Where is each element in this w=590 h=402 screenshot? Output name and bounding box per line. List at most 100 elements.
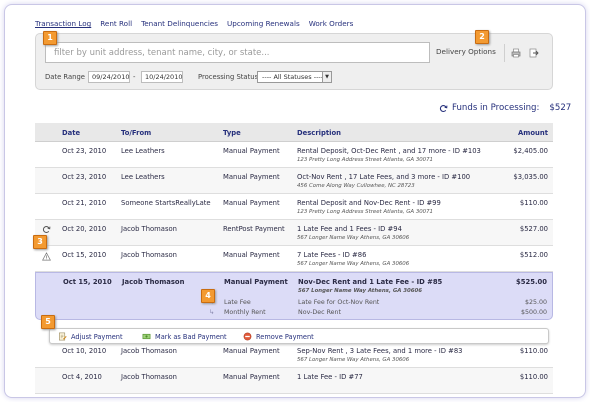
funds-amount: $527 bbox=[549, 103, 572, 113]
callout-badge-3: 3 bbox=[33, 235, 47, 249]
table-row[interactable]: Oct 23, 2010 Lee Leathers Manual Payment… bbox=[35, 168, 553, 194]
callout-badge-2: 2 bbox=[475, 30, 489, 44]
nav-work-orders[interactable]: Work Orders bbox=[309, 19, 354, 28]
row-to-from: Jacob Thomason bbox=[121, 347, 177, 355]
row-address: 456 Come Along Way Cullowhee, NC 28723 bbox=[297, 183, 415, 189]
row-amount: $110.00 bbox=[519, 347, 548, 355]
processing-status-value: ---- All Statuses ---- bbox=[262, 73, 324, 81]
chevron-down-icon: ▼ bbox=[322, 72, 331, 82]
top-nav: Transaction Log Rent Roll Tenant Delinqu… bbox=[35, 19, 353, 28]
row-address: 567 Longer Name Way Athens, GA 30606 bbox=[297, 261, 410, 267]
col-header-description[interactable]: Description bbox=[297, 129, 341, 137]
table-row[interactable]: Oct 23, 2010 Lee Leathers Manual Payment… bbox=[35, 142, 553, 168]
row-description: Rental Deposit, Oct-Dec Rent , and 17 mo… bbox=[297, 147, 481, 155]
row-date: Oct 23, 2010 bbox=[62, 147, 107, 155]
row-amount: $512.00 bbox=[519, 251, 548, 259]
row-to-from: Jacob Thomason bbox=[122, 278, 185, 286]
remove-payment-label: Remove Payment bbox=[256, 332, 314, 341]
row-to-from: Jacob Thomason bbox=[121, 251, 177, 259]
table-header: Date To/From Type Description Amount bbox=[35, 123, 553, 142]
date-range-label: Date Range bbox=[45, 73, 85, 81]
row-type: Manual Payment bbox=[223, 347, 280, 355]
row-amount: $527.00 bbox=[519, 225, 548, 233]
row-to-from: Someone StartsReallyLate bbox=[121, 199, 211, 207]
col-header-to-from[interactable]: To/From bbox=[121, 129, 151, 137]
col-header-type[interactable]: Type bbox=[223, 129, 241, 137]
processing-status-label: Processing Status bbox=[198, 73, 259, 81]
row-address: 567 Longer Name Way Athens, GA 30606 bbox=[298, 288, 423, 294]
print-icon[interactable] bbox=[511, 48, 521, 58]
refresh-icon[interactable] bbox=[439, 104, 448, 113]
row-type: RentPost Payment bbox=[223, 225, 285, 233]
row-amount: $110.00 bbox=[519, 373, 548, 381]
row-action-bar: Adjust Payment Mark as Bad Payment Remov… bbox=[49, 328, 549, 344]
row-to-from: Lee Leathers bbox=[121, 147, 165, 155]
export-icon[interactable] bbox=[529, 48, 539, 58]
row-amount: $3,035.00 bbox=[513, 173, 548, 181]
mark-bad-payment-button[interactable]: Mark as Bad Payment bbox=[142, 332, 227, 341]
funds-in-processing: Funds in Processing: $527 bbox=[439, 103, 571, 113]
row-type: Manual Payment bbox=[223, 147, 280, 155]
sub-item-label: Late Fee bbox=[224, 299, 251, 306]
table-row[interactable]: Oct 4, 2010 Jacob Thomason Manual Paymen… bbox=[35, 368, 553, 394]
remove-payment-button[interactable]: Remove Payment bbox=[243, 332, 314, 341]
app-frame: Transaction Log Rent Roll Tenant Delinqu… bbox=[4, 4, 586, 398]
table-row[interactable]: Oct 10, 2010 Jacob Thomason Manual Payme… bbox=[35, 342, 553, 368]
row-description: 1 Late Fee and 1 Fees - ID #94 bbox=[297, 225, 402, 233]
callout-badge-1: 1 bbox=[43, 31, 57, 45]
row-address: 567 Longer Name Way Athens, GA 30606 bbox=[297, 357, 410, 363]
nav-transaction-log[interactable]: Transaction Log bbox=[35, 19, 91, 28]
row-to-from: Jacob Thomason bbox=[121, 225, 177, 233]
funds-label: Funds in Processing: bbox=[452, 103, 540, 113]
row-amount: $2,405.00 bbox=[513, 147, 548, 155]
row-type: Manual Payment bbox=[223, 199, 280, 207]
nav-tenant-delinquencies[interactable]: Tenant Delinquencies bbox=[141, 19, 218, 28]
sub-item-description: Late Fee for Oct-Nov Rent bbox=[298, 299, 380, 306]
row-description: Sep-Nov Rent , 3 Late Fees, and 1 more -… bbox=[297, 347, 463, 355]
row-amount: $110.00 bbox=[519, 199, 548, 207]
sub-item-label: Monthly Rent bbox=[224, 309, 266, 316]
date-to-input[interactable]: 10/24/2010 bbox=[141, 71, 183, 83]
delivery-options-button[interactable]: Delivery Options bbox=[436, 47, 496, 56]
row-to-from: Jacob Thomason bbox=[121, 373, 177, 381]
row-type: Manual Payment bbox=[223, 251, 280, 259]
row-address: 123 Pretty Long Address Street Atlanta, … bbox=[297, 209, 433, 215]
row-address: 123 Pretty Long Address Street Atlanta, … bbox=[297, 157, 433, 163]
row-description: Nov-Dec Rent and 1 Late Fee - ID #85 bbox=[298, 278, 443, 286]
callout-badge-4: 4 bbox=[201, 289, 215, 303]
col-header-amount[interactable]: Amount bbox=[518, 129, 548, 137]
table-row[interactable]: Oct 15, 2010 Jacob Thomason Manual Payme… bbox=[35, 246, 553, 272]
table-row-selected[interactable]: Oct 15, 2010 Jacob Thomason Manual Payme… bbox=[35, 272, 553, 320]
table-row[interactable]: Oct 20, 2010 Jacob Thomason RentPost Pay… bbox=[35, 220, 553, 246]
money-flag-icon bbox=[142, 333, 151, 340]
row-description: 7 Late Fees - ID #86 bbox=[297, 251, 367, 259]
row-address: 567 Longer Name Way Athens, GA 30606 bbox=[297, 235, 410, 241]
date-from-input[interactable]: 09/24/2010 bbox=[88, 71, 130, 83]
edit-document-icon bbox=[59, 332, 67, 341]
mark-bad-payment-label: Mark as Bad Payment bbox=[155, 332, 227, 341]
callout-badge-5: 5 bbox=[41, 315, 55, 329]
row-date: Oct 23, 2010 bbox=[62, 173, 107, 181]
nav-upcoming-renewals[interactable]: Upcoming Renewals bbox=[227, 19, 300, 28]
row-description: Oct-Nov Rent , 17 Late Fees, and 3 more … bbox=[297, 173, 471, 181]
adjust-payment-button[interactable]: Adjust Payment bbox=[58, 332, 123, 341]
row-amount: $525.00 bbox=[516, 278, 547, 286]
row-type: Manual Payment bbox=[224, 278, 288, 286]
row-type: Manual Payment bbox=[223, 373, 280, 381]
nav-rent-roll[interactable]: Rent Roll bbox=[100, 19, 132, 28]
toolbar-divider bbox=[504, 44, 505, 62]
row-date: Oct 4, 2010 bbox=[62, 373, 102, 381]
col-header-date[interactable]: Date bbox=[62, 129, 80, 137]
adjust-payment-label: Adjust Payment bbox=[71, 332, 123, 341]
sub-item-amount: $25.00 bbox=[524, 299, 547, 306]
processing-sync-icon bbox=[42, 226, 51, 233]
search-input[interactable] bbox=[45, 42, 430, 63]
row-date: Oct 20, 2010 bbox=[62, 225, 107, 233]
processing-status-select[interactable]: ---- All Statuses ---- ▼ bbox=[257, 71, 332, 83]
table-row[interactable]: Oct 21, 2010 Someone StartsReallyLate Ma… bbox=[35, 194, 553, 220]
sub-item-amount: $500.00 bbox=[520, 309, 547, 316]
sub-item-arrow-icon: ↳ bbox=[209, 309, 215, 316]
remove-icon bbox=[243, 332, 252, 341]
date-separator: - bbox=[133, 73, 136, 81]
row-date: Oct 15, 2010 bbox=[63, 278, 112, 286]
